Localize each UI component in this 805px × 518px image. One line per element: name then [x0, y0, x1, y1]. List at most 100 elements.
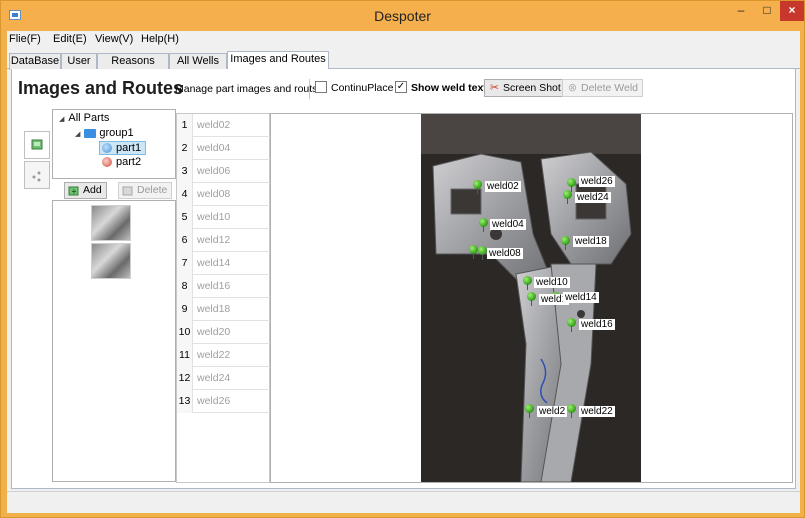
- weld-label-weld10: weld10: [534, 277, 570, 288]
- show-weld-text-checkbox[interactable]: ✓: [395, 81, 407, 93]
- weld-row-number: 6: [177, 229, 193, 252]
- expand-icon[interactable]: ◢: [59, 116, 64, 123]
- route-icon: [32, 171, 41, 182]
- tree-group[interactable]: ◢ group1: [75, 127, 134, 139]
- delete-part-button[interactable]: Delete: [118, 182, 173, 199]
- tree-part1-label: part1: [116, 142, 142, 154]
- thumbnail-image[interactable]: [91, 243, 131, 279]
- weld-row-name: weld10: [197, 211, 231, 223]
- tab-database[interactable]: DataBase: [9, 53, 61, 70]
- tree-group-label: group1: [99, 127, 134, 139]
- screenshot-button-label: Screen Shot: [503, 82, 561, 94]
- weld-row-name: weld24: [197, 372, 231, 384]
- weld-list-row[interactable]: 12 weld24: [177, 367, 271, 390]
- tree-root[interactable]: ◢ All Parts: [59, 112, 109, 124]
- weld-marker[interactable]: [523, 276, 532, 290]
- weld-marker[interactable]: [561, 236, 570, 250]
- weld-marker[interactable]: [527, 292, 536, 306]
- side-tab-image[interactable]: [24, 131, 50, 159]
- weld-row-number: 1: [177, 114, 193, 137]
- menu-help[interactable]: Help(H): [141, 33, 179, 45]
- add-part-label: Add: [83, 184, 102, 196]
- side-tabs: [22, 109, 52, 479]
- tab-user[interactable]: User: [61, 53, 97, 70]
- weld-row-number: 12: [177, 367, 193, 390]
- status-bar: [7, 491, 800, 513]
- images-routes-panel: Images and Routes Manage part images and…: [11, 69, 796, 489]
- weld-list-row[interactable]: 6 weld12: [177, 229, 271, 252]
- weld-list-row[interactable]: 8 weld16: [177, 275, 271, 298]
- weld-marker[interactable]: [525, 404, 534, 418]
- tab-reasons[interactable]: Reasons: [97, 53, 169, 70]
- close-button[interactable]: ×: [780, 1, 804, 21]
- side-tab-route[interactable]: [24, 161, 50, 189]
- continu-place-checkbox[interactable]: [315, 81, 327, 93]
- image-canvas[interactable]: weld02 weld26 weld24 weld04 weld18 weld0…: [270, 113, 793, 483]
- weld-row-name: weld04: [197, 142, 231, 154]
- scissors-icon: ✂: [489, 82, 500, 94]
- svg-text:+: +: [72, 187, 77, 196]
- weld-marker[interactable]: [479, 218, 488, 232]
- weld-marker[interactable]: [469, 245, 478, 259]
- weld-row-number: 8: [177, 275, 193, 298]
- weld-row-number: 4: [177, 183, 193, 206]
- weld-row-name: weld02: [197, 119, 231, 131]
- client-area: Flie(F) Edit(E) View(V) Help(H) DataBase…: [7, 31, 800, 513]
- weld-row-number: 3: [177, 160, 193, 183]
- menu-view[interactable]: View(V): [95, 33, 133, 45]
- weld-row-number: 13: [177, 390, 193, 413]
- weld-marker[interactable]: [478, 246, 487, 260]
- tab-all-wells[interactable]: All Wells: [169, 53, 227, 70]
- weld-marker[interactable]: [567, 178, 576, 192]
- window-title: Despoter: [374, 8, 431, 24]
- screenshot-button[interactable]: ✂ Screen Shot: [484, 79, 566, 97]
- expand-icon[interactable]: ◢: [75, 131, 80, 138]
- weld-list-row[interactable]: 9 weld18: [177, 298, 271, 321]
- weld-list-row[interactable]: 5 weld10: [177, 206, 271, 229]
- weld-list-row[interactable]: 4 weld08: [177, 183, 271, 206]
- weld-list-row[interactable]: 10 weld20: [177, 321, 271, 344]
- weld-list-row[interactable]: 1 weld02: [177, 114, 271, 137]
- weld-row-name: weld14: [197, 257, 231, 269]
- weld-list: 1 weld02 2 weld04 3 weld06 4 weld08 5 weld10 6 weld…: [176, 113, 271, 483]
- weld-list-row[interactable]: 13 weld26: [177, 390, 271, 413]
- weld-marker[interactable]: [563, 190, 572, 204]
- weld-label-weld20: weld2: [537, 406, 568, 417]
- menu-file[interactable]: Flie(F): [9, 33, 41, 45]
- tree-part2[interactable]: part2: [102, 156, 141, 168]
- tab-images-and-routes[interactable]: Images and Routes: [227, 51, 329, 70]
- tree-part1[interactable]: part1: [99, 141, 147, 155]
- weld-marker[interactable]: [567, 404, 576, 418]
- weld-row-name: weld12: [197, 234, 231, 246]
- show-weld-text-label: Show weld text: [411, 82, 487, 94]
- minimize-button[interactable]: –: [728, 1, 754, 21]
- thumbnail-image[interactable]: [91, 205, 131, 241]
- weld-marker[interactable]: [567, 318, 576, 332]
- weld-row-name: weld08: [197, 188, 231, 200]
- image-thumbnails: [52, 200, 176, 482]
- weld-row-name: weld22: [197, 349, 231, 361]
- part-photo[interactable]: weld02 weld26 weld24 weld04 weld18 weld0…: [421, 114, 641, 482]
- weld-label-weld22: weld22: [579, 406, 615, 417]
- weld-list-row[interactable]: 7 weld14: [177, 252, 271, 275]
- delete-icon: ⊗: [567, 82, 578, 94]
- toolbar-separator: [309, 79, 310, 99]
- weld-label-weld04: weld04: [490, 219, 526, 230]
- weld-row-name: weld16: [197, 280, 231, 292]
- weld-list-row[interactable]: 11 weld22: [177, 344, 271, 367]
- menu-edit[interactable]: Edit(E): [53, 33, 87, 45]
- weld-list-row[interactable]: 2 weld04: [177, 137, 271, 160]
- weld-row-name: weld06: [197, 165, 231, 177]
- title-bar[interactable]: Despoter – □ ×: [1, 1, 804, 31]
- part-icon: [102, 143, 112, 154]
- continu-place-label: ContinuPlace: [331, 82, 394, 94]
- weld-row-number: 5: [177, 206, 193, 229]
- maximize-button[interactable]: □: [754, 1, 780, 21]
- delete-weld-button[interactable]: ⊗ Delete Weld: [562, 79, 644, 97]
- add-part-button[interactable]: + Add: [64, 182, 107, 199]
- weld-list-row[interactable]: 3 weld06: [177, 160, 271, 183]
- parts-tree: ◢ All Parts ◢ group1 part1 part2: [52, 109, 176, 179]
- weld-marker[interactable]: [473, 180, 482, 194]
- weld-row-number: 7: [177, 252, 193, 275]
- page-title: Images and Routes: [18, 78, 184, 98]
